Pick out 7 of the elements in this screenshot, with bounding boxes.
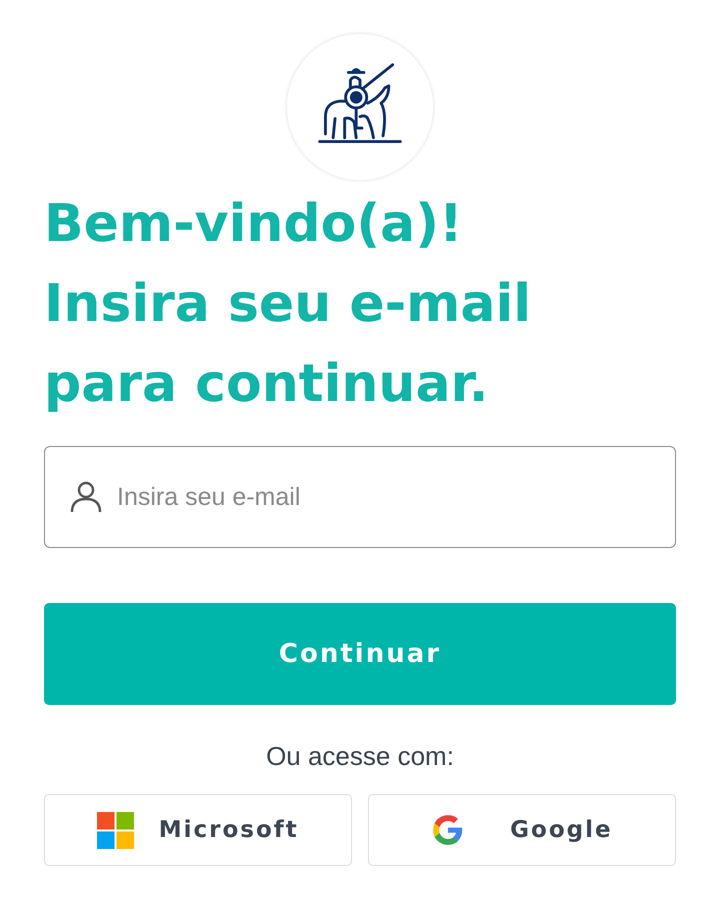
microsoft-button[interactable]: Microsoft	[44, 794, 352, 866]
alternative-login-label: Ou acesse com:	[265, 741, 455, 772]
user-icon	[68, 479, 104, 515]
google-button[interactable]: Google	[368, 794, 676, 866]
four-squares-icon	[97, 812, 134, 848]
welcome-heading: Bem-vindo(a)! Insira seu e-mail para continuar.	[44, 193, 532, 416]
email-field[interactable]: Insira seu e-mail	[44, 446, 676, 548]
